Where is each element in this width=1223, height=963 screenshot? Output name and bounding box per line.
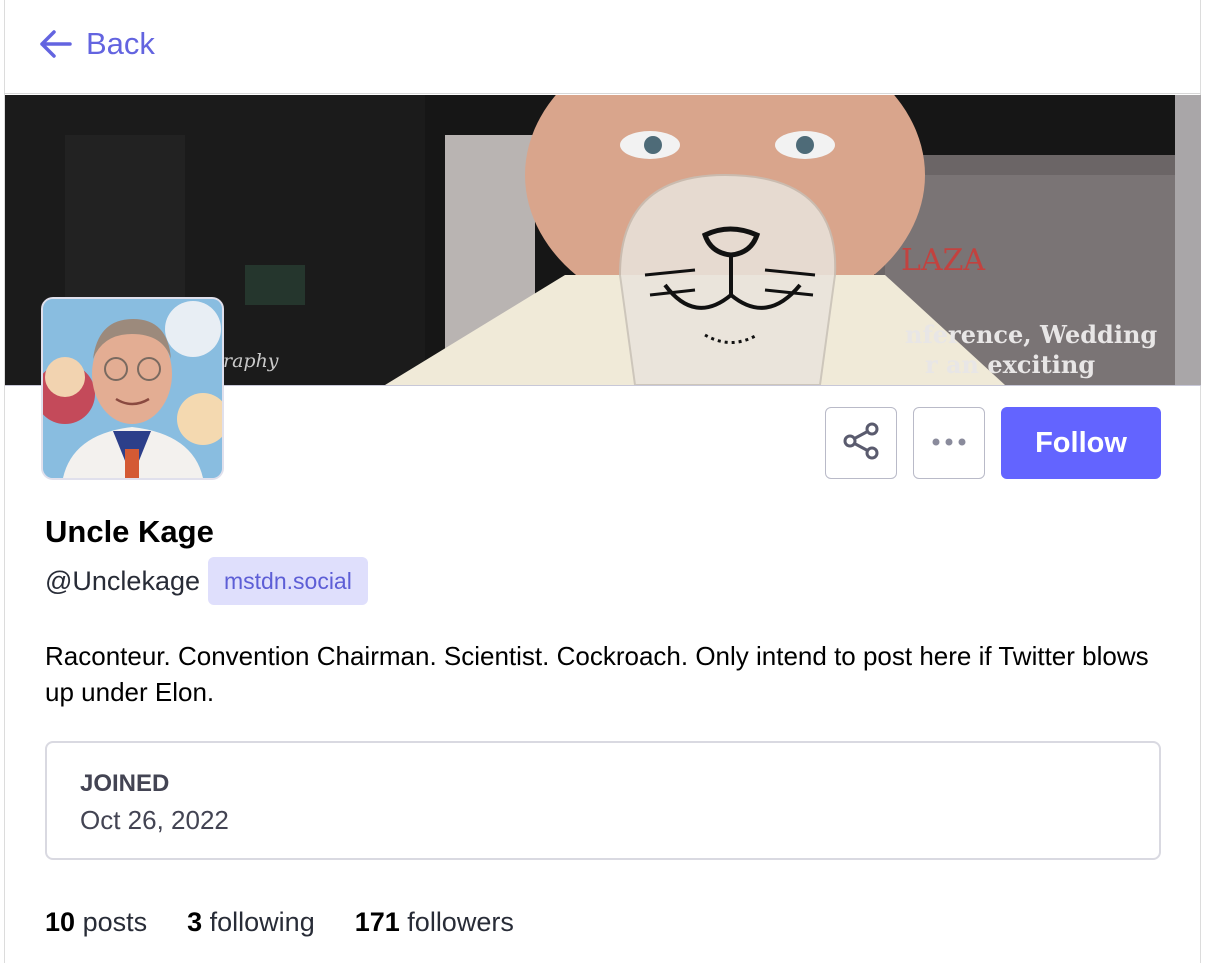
posts-count: 10 bbox=[45, 906, 76, 937]
following-count: 3 bbox=[187, 906, 203, 937]
banner-watermark: raphy bbox=[223, 350, 279, 372]
share-icon bbox=[841, 421, 881, 466]
profile-bio: Raconteur. Convention Chairman. Scientis… bbox=[45, 641, 1149, 707]
display-name: Uncle Kage bbox=[45, 514, 214, 549]
followers-stat[interactable]: 171 followers bbox=[355, 907, 514, 938]
joined-date: Oct 26, 2022 bbox=[80, 805, 229, 835]
posts-stat[interactable]: 10 posts bbox=[45, 907, 147, 938]
avatar[interactable] bbox=[41, 297, 224, 480]
arrow-left-icon bbox=[38, 29, 72, 59]
server-domain-badge[interactable]: mstdn.social bbox=[208, 557, 368, 605]
following-stat[interactable]: 3 following bbox=[187, 907, 315, 938]
followers-count: 171 bbox=[354, 906, 400, 937]
banner-sign-text: LAZA bbox=[901, 243, 985, 278]
account-handle-row: @Unclekage mstdn.social bbox=[45, 557, 368, 605]
ellipsis-icon bbox=[931, 434, 967, 452]
top-bar: Back bbox=[4, 0, 1201, 94]
back-label: Back bbox=[86, 26, 155, 61]
banner-sign-subtext-2: r an exciting bbox=[925, 350, 1095, 379]
share-button[interactable] bbox=[825, 407, 897, 479]
back-button[interactable]: Back bbox=[38, 22, 155, 66]
more-options-button[interactable] bbox=[913, 407, 985, 479]
joined-label: JOINED bbox=[80, 770, 170, 797]
banner-sign-subtext-1: nference, Wedding bbox=[905, 320, 1157, 349]
account-handle: @Unclekage bbox=[45, 565, 200, 596]
profile-stats: 10 posts 3 following 171 followers bbox=[45, 902, 514, 942]
joined-info-box: JOINED Oct 26, 2022 bbox=[45, 741, 1161, 860]
posts-label: posts bbox=[82, 906, 148, 937]
follow-button[interactable]: Follow bbox=[1001, 407, 1161, 479]
following-label: following bbox=[209, 906, 315, 937]
followers-label: followers bbox=[407, 906, 514, 937]
